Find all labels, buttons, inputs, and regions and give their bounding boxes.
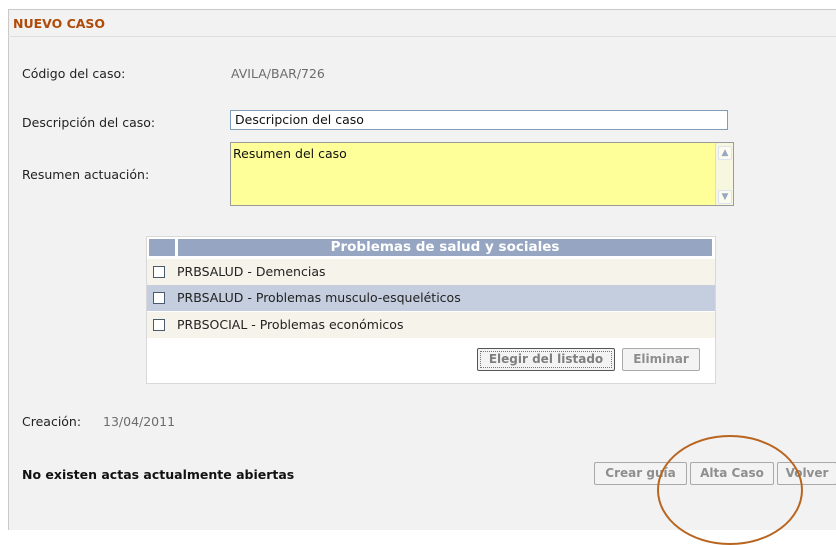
problem-label: PRBSALUD - Demencias xyxy=(177,264,326,279)
problem-row[interactable]: PRBSALUD - Problemas musculo-esquelético… xyxy=(147,285,715,311)
problems-header-checkbox-column xyxy=(149,239,175,256)
page-title: NUEVO CASO xyxy=(13,16,106,31)
descripcion-label: Descripción del caso: xyxy=(22,115,156,130)
codigo-value: AVILA/BAR/726 xyxy=(231,66,325,81)
resumen-scrollbar[interactable]: ▲ ▼ xyxy=(715,143,733,205)
volver-button[interactable]: Volver xyxy=(777,462,836,485)
problems-header: Problemas de salud y sociales xyxy=(178,239,712,256)
elegir-listado-button[interactable]: Elegir del listado xyxy=(477,348,615,371)
title-divider xyxy=(8,36,836,37)
problem-label: PRBSOCIAL - Problemas económicos xyxy=(177,317,404,332)
codigo-label: Código del caso: xyxy=(22,66,126,81)
actas-message: No existen actas actualmente abiertas xyxy=(22,467,295,482)
problem-row[interactable]: PRBSOCIAL - Problemas económicos xyxy=(147,312,715,338)
creacion-date: 13/04/2011 xyxy=(103,414,176,429)
crear-guia-button[interactable]: Crear guía xyxy=(594,462,687,485)
problem-checkbox[interactable] xyxy=(153,266,165,278)
alta-caso-button[interactable]: Alta Caso xyxy=(690,462,774,485)
descripcion-field[interactable]: Descripcion del caso xyxy=(230,110,728,130)
problems-list: Problemas de salud y sociales PRBSALUD -… xyxy=(146,236,716,384)
creacion-label: Creación: xyxy=(22,414,82,429)
eliminar-button[interactable]: Eliminar xyxy=(622,348,700,371)
problem-checkbox[interactable] xyxy=(153,292,165,304)
problem-row[interactable]: PRBSALUD - Demencias xyxy=(147,259,715,285)
resumen-textarea[interactable]: Resumen del caso ▲ ▼ xyxy=(230,142,734,206)
scroll-down-icon[interactable]: ▼ xyxy=(718,190,732,204)
problem-label: PRBSALUD - Problemas musculo-esquelético… xyxy=(177,290,461,305)
resumen-text: Resumen del caso xyxy=(233,146,347,161)
problem-checkbox[interactable] xyxy=(153,319,165,331)
scroll-up-icon[interactable]: ▲ xyxy=(718,146,732,160)
resumen-label: Resumen actuación: xyxy=(22,167,150,182)
